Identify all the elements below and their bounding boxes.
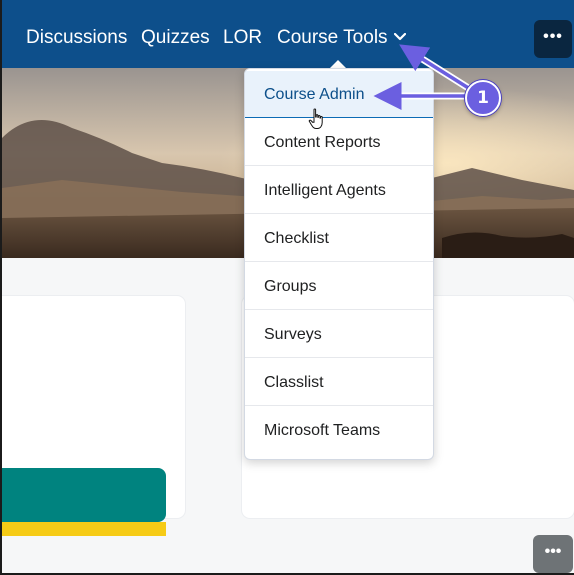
- yellow-accent-bar: [2, 522, 166, 536]
- nav-lor-link[interactable]: LOR: [223, 27, 262, 49]
- nav-course-tools-label: Course Tools: [277, 27, 388, 48]
- menu-item-content-reports[interactable]: Content Reports: [245, 119, 433, 166]
- widget-more-options-button[interactable]: •••: [533, 535, 573, 573]
- menu-item-surveys[interactable]: Surveys: [245, 311, 433, 358]
- menu-item-intelligent-agents[interactable]: Intelligent Agents: [245, 167, 433, 214]
- widget-card-left: [2, 296, 185, 536]
- nav-quizzes-link[interactable]: Quizzes: [141, 27, 210, 49]
- course-tools-dropdown: Course Admin Content Reports Intelligent…: [244, 68, 434, 460]
- menu-item-microsoft-teams[interactable]: Microsoft Teams: [245, 407, 433, 454]
- more-options-button[interactable]: •••: [534, 20, 572, 58]
- teal-banner-bar: [2, 468, 166, 522]
- menu-item-checklist[interactable]: Checklist: [245, 215, 433, 262]
- menu-item-course-admin[interactable]: Course Admin: [245, 71, 433, 118]
- nav-course-tools-menu[interactable]: Course Tools: [277, 27, 406, 49]
- step-number-badge: 1: [465, 80, 501, 116]
- chevron-down-icon: [393, 33, 406, 41]
- nav-discussions-link[interactable]: Discussions: [26, 27, 127, 49]
- menu-item-groups[interactable]: Groups: [245, 263, 433, 310]
- hand-pointer-icon: [308, 108, 323, 129]
- menu-item-classlist[interactable]: Classlist: [245, 359, 433, 406]
- course-navbar: Discussions Quizzes LOR Course Tools •••: [2, 0, 574, 68]
